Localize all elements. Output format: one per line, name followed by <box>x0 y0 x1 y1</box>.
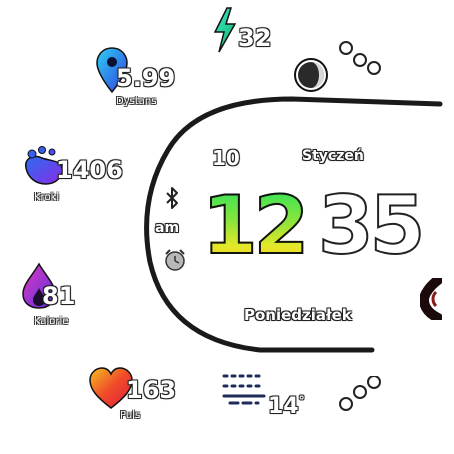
weather-unit: ° <box>298 394 305 408</box>
edge-marker <box>418 275 443 323</box>
dots-indicator-icon <box>336 38 384 76</box>
steps-label: Kroki <box>34 192 60 203</box>
date-month: Styczeń <box>302 148 364 164</box>
alarm-clock-icon <box>163 248 187 272</box>
distance-value: 5.99 <box>116 64 176 92</box>
heart-value: 163 <box>126 376 177 404</box>
calories-label: Kalorie <box>34 316 69 327</box>
calories-value: 81 <box>42 282 76 310</box>
ampm-indicator: am <box>155 220 180 236</box>
bluetooth-icon <box>164 186 180 210</box>
dots-indicator-icon <box>336 375 384 414</box>
time-minute: 35 <box>317 179 426 272</box>
fog-icon <box>220 372 268 406</box>
steps-value: 1406 <box>56 156 123 184</box>
weather-temperature: 14° <box>268 394 305 419</box>
weather-value: 14 <box>268 394 299 419</box>
battery-value: 32 <box>238 24 272 52</box>
time-hour: 12 <box>201 179 310 272</box>
date-day: 10 <box>212 146 240 170</box>
distance-label: Dystans <box>116 96 157 107</box>
moon-phase-icon <box>292 56 330 94</box>
date-weekday: Poniedziałek <box>244 306 352 324</box>
lightning-bolt-icon <box>212 6 238 54</box>
heart-label: Puls <box>120 410 141 421</box>
watch-face: 32 5.99 Dystans 1406 Kroki 81 Kalorie 16… <box>0 0 454 454</box>
